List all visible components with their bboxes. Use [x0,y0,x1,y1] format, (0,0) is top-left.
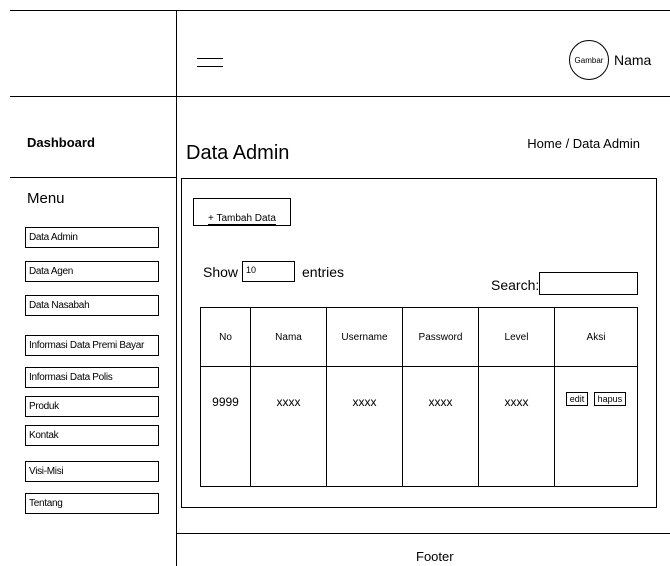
column-header-nama[interactable]: Nama [250,307,327,367]
sidebar-item-data-nasabah[interactable]: Data Nasabah [25,295,159,316]
add-data-label: + Tambah Data [208,213,276,225]
column-header-password[interactable]: Password [402,307,479,367]
avatar[interactable]: Gambar [569,40,609,80]
edit-button[interactable]: edit [565,392,589,406]
search-label: Search: [491,277,540,293]
search-input[interactable] [539,272,638,295]
cell-nama: xxxx [250,366,327,487]
brand-bottom-border [10,177,176,178]
sidebar-item-produk[interactable]: Produk [25,396,159,417]
table-header-row: No Nama Username Password Level Aksi [200,307,638,367]
sidebar-divider [176,10,177,566]
entries-label: entries [302,264,345,280]
column-header-no[interactable]: No [200,307,251,367]
page-title: Data Admin [186,142,290,164]
column-header-aksi: Aksi [554,307,638,367]
table-row: 9999 xxxx xxxx xxxx xxxx edit hapus [200,366,638,487]
hamburger-menu-icon[interactable] [197,56,223,70]
sidebar-item-data-polis[interactable]: Informasi Data Polis [25,367,159,388]
sidebar-item-visi-misi[interactable]: Visi-Misi [25,461,159,482]
admin-table: No Nama Username Password Level Aksi 999… [200,307,638,487]
header-bottom-border [10,96,670,97]
delete-button[interactable]: hapus [593,392,627,406]
sidebar-item-kontak[interactable]: Kontak [25,425,159,446]
top-border [10,10,670,11]
sidebar-item-tentang[interactable]: Tentang [25,493,159,514]
sidebar-brand[interactable]: Dashboard [27,135,95,150]
column-header-level[interactable]: Level [478,307,555,367]
cell-password: xxxx [402,366,479,487]
add-data-button[interactable]: + Tambah Data [193,198,291,226]
entries-value: 10 [246,265,257,275]
user-name[interactable]: Nama [614,52,651,68]
cell-level: xxxx [478,366,555,487]
column-header-username[interactable]: Username [326,307,403,367]
menu-title: Menu [27,190,65,207]
sidebar-item-data-agen[interactable]: Data Agen [25,261,159,282]
show-label: Show [203,264,239,280]
sidebar-item-data-admin[interactable]: Data Admin [25,227,159,248]
cell-aksi: edit hapus [554,366,638,487]
cell-no: 9999 [200,366,251,487]
cell-username: xxxx [326,366,403,487]
entries-select[interactable]: 10 [242,261,295,282]
breadcrumb[interactable]: Home / Data Admin [527,136,640,151]
sidebar-item-premi-bayar[interactable]: Informasi Data Premi Bayar [25,335,159,356]
footer-top-border [176,533,670,534]
avatar-placeholder-label: Gambar [574,55,604,65]
footer-text: Footer [416,549,454,564]
